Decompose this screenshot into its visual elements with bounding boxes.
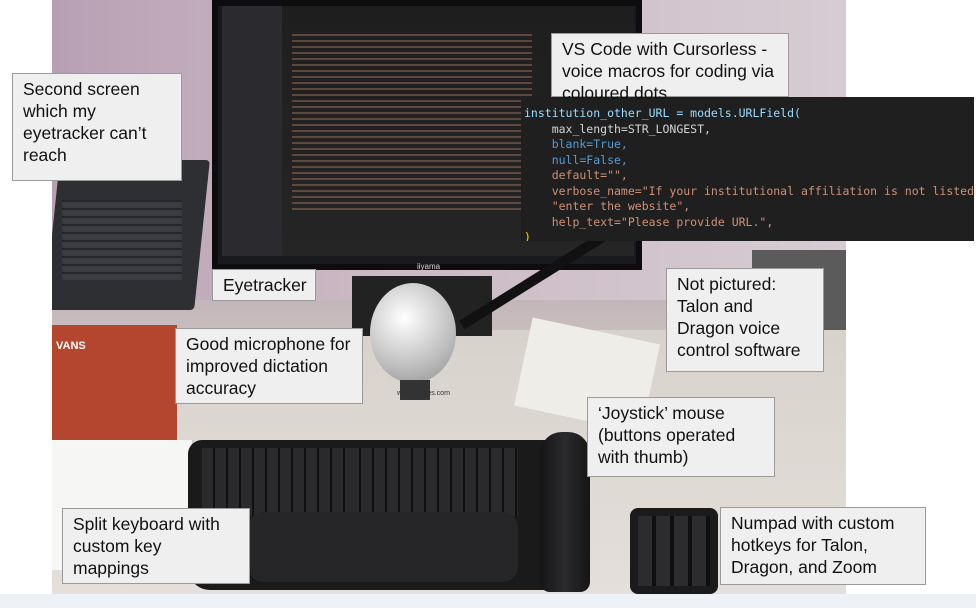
code-line-4: null=False, — [524, 152, 628, 167]
mic-sticker-text: www.[...]nes.com — [397, 390, 450, 397]
label-split-keyboard: Split keyboard with custom key mappings — [62, 508, 250, 584]
microphone — [370, 283, 456, 383]
monitor-sidebar — [222, 6, 282, 256]
code-line-5: default="", — [524, 168, 628, 182]
code-line-6: verbose_name="If your institutional affi… — [551, 183, 974, 198]
label-joystick-mouse: ‘Joystick’ mouse (buttons operated with … — [587, 397, 775, 477]
monitor-code-lines — [292, 30, 532, 210]
code-line-3: blank=True, — [524, 137, 628, 151]
numpad-keys — [638, 516, 710, 586]
bottom-strip — [0, 594, 976, 608]
keyboard-palmrest — [248, 512, 518, 582]
label-microphone: Good microphone for improved dictation a… — [175, 328, 363, 404]
shoebox-brand-text: VANS — [56, 340, 86, 352]
keyboard-keys-left — [202, 448, 362, 516]
code-line-8: help_text="Please provide URL.", — [524, 214, 774, 229]
code-line-9: ) — [524, 230, 531, 241]
keyboard-keys-right — [348, 448, 518, 516]
code-line-1: institution_other_URL = models.URLField( — [524, 106, 801, 120]
label-eyetracker: Eyetracker — [212, 269, 316, 301]
code-line-2: max_length=STR_LONGEST, — [524, 121, 711, 136]
code-line-7: "enter the website", — [524, 199, 691, 213]
label-vscode: VS Code with Cursorless - voice macros f… — [551, 33, 789, 103]
cursorless-code-zoom: institution_other_URL = models.URLField(… — [521, 97, 974, 241]
label-second-screen: Second screen which my eyetracker can’t … — [12, 73, 182, 181]
laptop-keys — [62, 200, 182, 280]
label-numpad: Numpad with custom hotkeys for Talon, Dr… — [720, 507, 926, 585]
label-not-pictured: Not pictured: Talon and Dragon voice con… — [666, 268, 824, 372]
monitor-brand-text: iiyama — [417, 262, 441, 271]
joystick-mouse — [540, 432, 590, 592]
